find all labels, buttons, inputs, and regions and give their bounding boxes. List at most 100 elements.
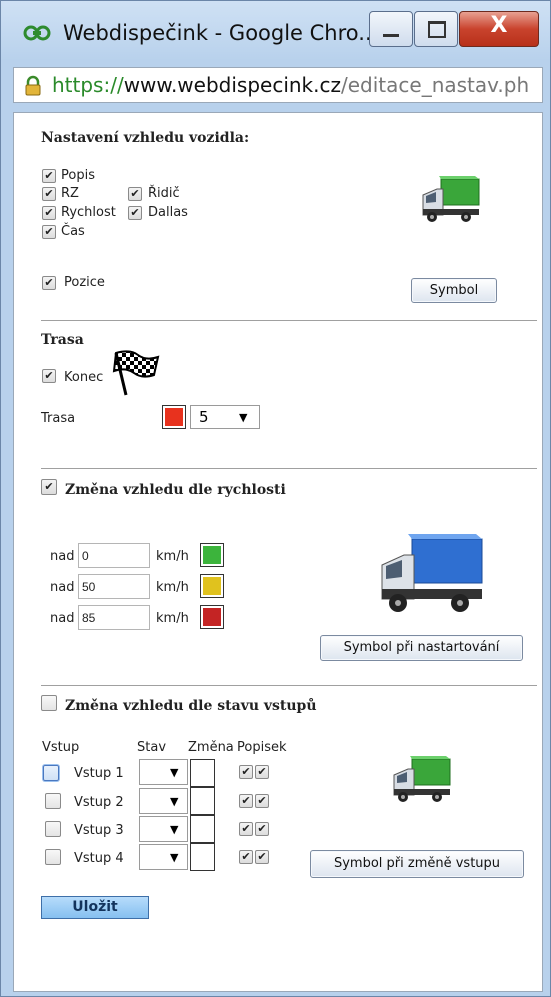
checkbox-ridic[interactable]: ✔ — [128, 187, 142, 201]
divider — [41, 320, 537, 321]
checkbox-cas[interactable]: ✔ — [42, 225, 56, 239]
speed-row-prefix: nad — [50, 549, 75, 564]
speed-color-fill — [203, 608, 221, 626]
input-row-checkbox[interactable] — [45, 793, 61, 809]
green-truck-icon — [393, 756, 451, 802]
app-icon — [23, 25, 51, 41]
checkbox-dallas[interactable]: ✔ — [128, 206, 142, 220]
input-change-color-box[interactable] — [190, 759, 215, 787]
checkbox-input-change[interactable] — [41, 695, 57, 711]
speed-color-swatch[interactable] — [200, 574, 224, 598]
divider — [41, 685, 537, 686]
speed-heading: Změna vzhledu dle rychlosti — [65, 482, 286, 498]
url-scheme: https:// — [52, 73, 124, 97]
finish-flag-icon — [112, 350, 160, 396]
input-row-label-check[interactable]: ✔ — [255, 850, 269, 864]
input-state-select[interactable]: ▼ — [139, 816, 188, 842]
label-trasa: Trasa — [41, 411, 76, 426]
url-path: /editace_nastav.ph — [341, 73, 530, 97]
checkbox-konec[interactable]: ✔ — [42, 369, 56, 383]
route-width-select[interactable]: 5 ▼ — [190, 405, 260, 429]
label-dallas: Dallas — [148, 205, 188, 220]
input-row-checkbox[interactable] — [43, 765, 59, 781]
route-color-swatch[interactable] — [162, 405, 186, 429]
chevron-down-icon: ▼ — [170, 766, 179, 779]
input-row-label-check[interactable]: ✔ — [255, 765, 269, 779]
url-host: www.webdispecink.cz — [123, 73, 341, 97]
page-content: Nastavení vzhledu vozidla: ✔ Popis ✔ RZ … — [13, 112, 543, 992]
address-bar[interactable]: https://www.webdispecink.cz/editace_nast… — [13, 67, 543, 103]
speed-color-fill — [203, 546, 221, 564]
speed-color-swatch[interactable] — [200, 543, 224, 567]
minimize-button[interactable] — [369, 11, 413, 47]
checkbox-rychlost[interactable]: ✔ — [42, 206, 56, 220]
input-change-color-box[interactable] — [190, 843, 215, 871]
label-ridic: Řidič — [148, 186, 180, 201]
input-change-color-box[interactable] — [190, 787, 215, 815]
col-header-zmena: Změna — [188, 740, 234, 755]
input-state-select[interactable]: ▼ — [139, 844, 188, 870]
route-color-fill — [165, 408, 183, 426]
chevron-down-icon: ▼ — [170, 795, 179, 808]
url-text: https://www.webdispecink.cz/editace_nast… — [52, 73, 529, 97]
input-row-show-check[interactable]: ✔ — [239, 794, 253, 808]
title-bar[interactable]: Webdispečink - Google Chro... X — [1, 1, 550, 63]
chevron-down-icon: ▼ — [170, 823, 179, 836]
input-state-select[interactable]: ▼ — [139, 759, 188, 785]
lock-icon — [25, 75, 41, 96]
speed-unit: km/h — [156, 580, 189, 595]
maximize-button[interactable] — [414, 11, 458, 47]
symbol-on-start-button[interactable]: Symbol při nastartování — [320, 635, 523, 661]
symbol-on-input-change-button[interactable]: Symbol při změně vstupu — [310, 850, 524, 878]
input-state-select[interactable]: ▼ — [139, 788, 188, 814]
input-row-label: Vstup 1 — [74, 766, 124, 781]
col-header-popisek: Popisek — [237, 740, 287, 755]
input-row-label: Vstup 3 — [74, 823, 124, 838]
checkbox-pozice[interactable]: ✔ — [42, 276, 56, 290]
symbol-button[interactable]: Symbol — [411, 278, 497, 303]
chevron-down-icon: ▼ — [239, 411, 248, 424]
label-rychlost: Rychlost — [61, 205, 116, 220]
close-icon: X — [490, 13, 508, 38]
label-konec: Konec — [64, 370, 104, 385]
close-button[interactable]: X — [459, 11, 539, 47]
input-row-label-check[interactable]: ✔ — [255, 794, 269, 808]
route-heading: Trasa — [41, 332, 84, 348]
speed-unit: km/h — [156, 549, 189, 564]
checkbox-speed-change[interactable]: ✔ — [41, 479, 57, 495]
divider — [41, 468, 537, 469]
blue-truck-icon — [381, 534, 483, 612]
col-header-stav: Stav — [137, 740, 167, 755]
speed-threshold-input[interactable] — [78, 574, 150, 599]
col-header-vstup: Vstup — [42, 740, 80, 755]
speed-row-prefix: nad — [50, 611, 75, 626]
label-cas: Čas — [61, 224, 85, 239]
speed-threshold-input[interactable] — [78, 605, 150, 630]
speed-color-swatch[interactable] — [200, 605, 224, 629]
speed-threshold-input[interactable] — [78, 543, 150, 568]
inputs-heading: Změna vzhledu dle stavu vstupů — [65, 698, 317, 714]
browser-window: Webdispečink - Google Chro... X https://… — [0, 0, 551, 997]
label-popis: Popis — [61, 168, 95, 183]
input-row-label-check[interactable]: ✔ — [255, 822, 269, 836]
label-pozice: Pozice — [64, 275, 105, 290]
input-row-show-check[interactable]: ✔ — [239, 850, 253, 864]
chevron-down-icon: ▼ — [170, 851, 179, 864]
input-row-checkbox[interactable] — [45, 821, 61, 837]
route-width-value: 5 — [199, 408, 209, 426]
checkbox-popis[interactable]: ✔ — [42, 169, 56, 183]
window-title: Webdispečink - Google Chro... — [63, 21, 379, 45]
input-row-checkbox[interactable] — [45, 849, 61, 865]
input-change-color-box[interactable] — [190, 815, 215, 843]
save-button[interactable]: Uložit — [41, 896, 149, 919]
speed-color-fill — [203, 577, 221, 595]
vehicle-look-heading: Nastavení vzhledu vozidla: — [41, 130, 250, 146]
speed-unit: km/h — [156, 611, 189, 626]
green-truck-icon — [422, 176, 480, 222]
input-row-show-check[interactable]: ✔ — [239, 765, 253, 779]
speed-row-prefix: nad — [50, 580, 75, 595]
input-row-label: Vstup 4 — [74, 851, 124, 866]
label-rz: RZ — [61, 186, 79, 201]
checkbox-rz[interactable]: ✔ — [42, 187, 56, 201]
input-row-show-check[interactable]: ✔ — [239, 822, 253, 836]
